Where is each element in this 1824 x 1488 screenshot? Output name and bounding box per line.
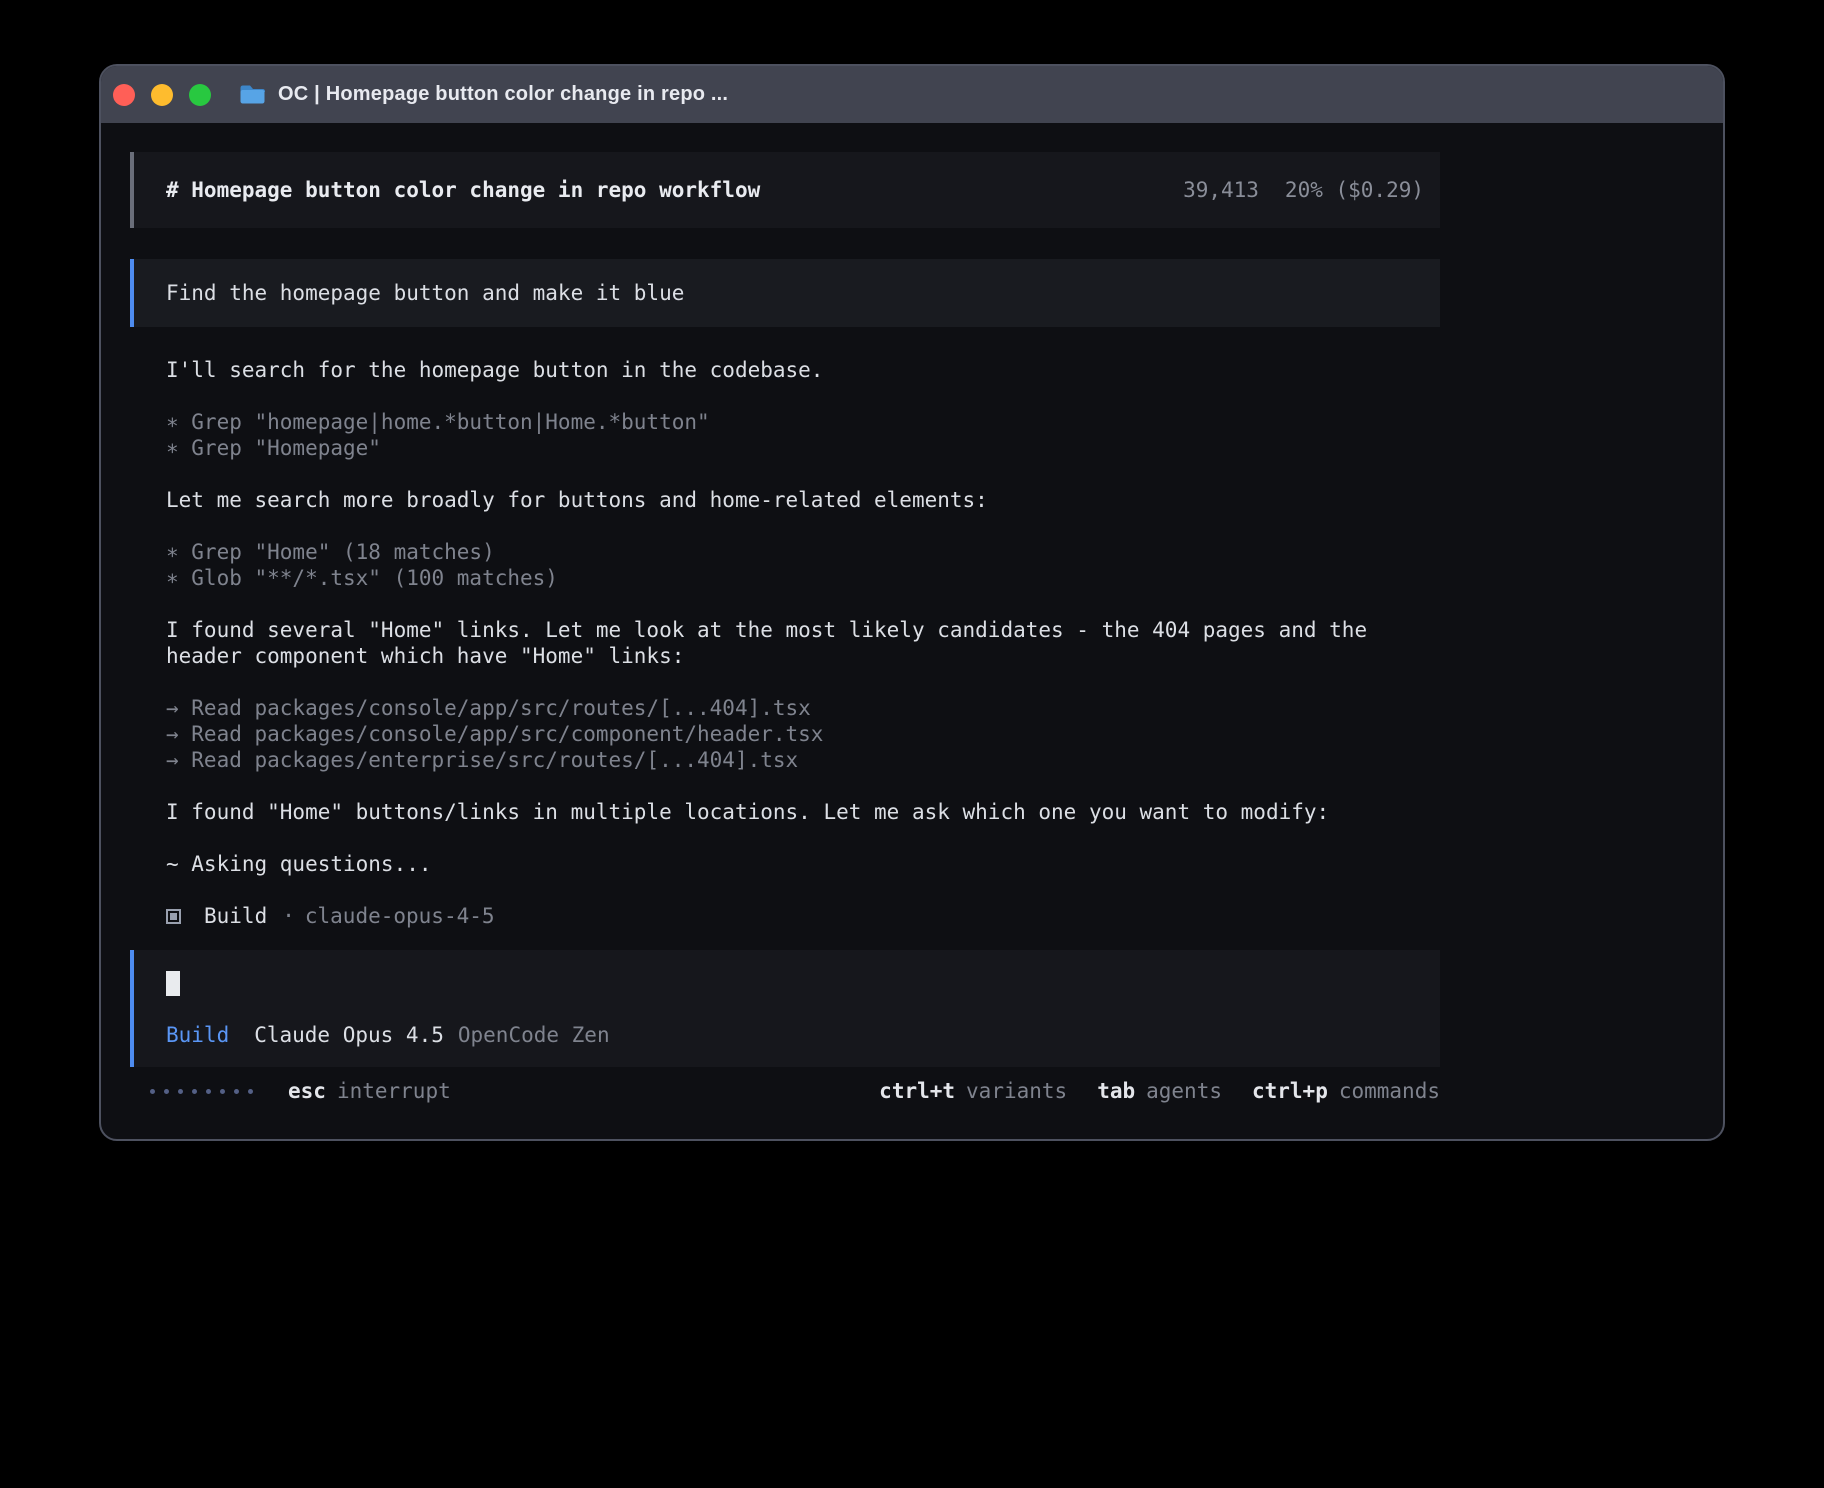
terminal-window: OC | Homepage button color change in rep… bbox=[99, 64, 1725, 1141]
agent-mode-label[interactable]: Build bbox=[166, 1022, 229, 1048]
line-spacer bbox=[166, 513, 1440, 539]
prompt-input[interactable]: Build Claude Opus 4.5 OpenCode Zen bbox=[130, 950, 1440, 1067]
esc-key-hint: esc bbox=[288, 1078, 326, 1104]
input-model-label: Claude Opus 4.5 bbox=[254, 1022, 444, 1048]
shortcut-agents: tab agents bbox=[1097, 1078, 1222, 1104]
tab-key-label: agents bbox=[1146, 1078, 1222, 1104]
line-spacer bbox=[166, 996, 1424, 1022]
line-spacer bbox=[166, 773, 1440, 799]
line-spacer bbox=[166, 877, 1440, 903]
line-spacer bbox=[166, 669, 1440, 695]
assistant-status-text: ~ Asking questions... bbox=[166, 851, 1440, 877]
statusbar: esc interrupt ctrl+t variants tab agents… bbox=[130, 1078, 1440, 1104]
esc-key-label: interrupt bbox=[337, 1078, 451, 1104]
terminal-content: # Homepage button color change in repo w… bbox=[130, 123, 1440, 1104]
line-spacer bbox=[166, 591, 1440, 617]
line-spacer bbox=[166, 461, 1440, 487]
user-message: Find the homepage button and make it blu… bbox=[130, 259, 1440, 327]
tab-key-hint: tab bbox=[1097, 1078, 1135, 1104]
user-message-text: Find the homepage button and make it blu… bbox=[166, 280, 1424, 306]
tool-call: ∗ Grep "homepage|home.*button|Home.*butt… bbox=[166, 409, 1440, 435]
tool-call: ∗ Grep "Home" (18 matches) bbox=[166, 539, 1440, 565]
tool-call: ∗ Glob "**/*.tsx" (100 matches) bbox=[166, 565, 1440, 591]
ctrl-p-key-hint: ctrl+p bbox=[1252, 1078, 1328, 1104]
session-stats: 39,413 20% ($0.29) bbox=[1183, 177, 1424, 203]
separator-dot: · bbox=[282, 903, 295, 929]
traffic-lights bbox=[113, 84, 211, 106]
shortcut-commands: ctrl+p commands bbox=[1252, 1078, 1440, 1104]
assistant-text: I'll search for the homepage button in t… bbox=[166, 357, 1440, 383]
ctrl-t-key-label: variants bbox=[966, 1078, 1067, 1104]
input-provider-label: OpenCode Zen bbox=[458, 1022, 610, 1048]
conversation: I'll search for the homepage button in t… bbox=[166, 357, 1440, 929]
assistant-text: I found several "Home" links. Let me loo… bbox=[166, 617, 1440, 669]
input-status-row: Build Claude Opus 4.5 OpenCode Zen bbox=[166, 1022, 1424, 1048]
agent-square-icon bbox=[166, 909, 181, 924]
line-spacer bbox=[166, 825, 1440, 851]
tool-call: → Read packages/enterprise/src/routes/[.… bbox=[166, 747, 1440, 773]
minimize-button[interactable] bbox=[151, 84, 173, 106]
text-cursor bbox=[166, 971, 180, 996]
tool-call: ∗ Grep "Homepage" bbox=[166, 435, 1440, 461]
window-title: OC | Homepage button color change in rep… bbox=[278, 83, 728, 106]
ctrl-t-key-hint: ctrl+t bbox=[879, 1078, 955, 1104]
line-spacer bbox=[166, 383, 1440, 409]
ctrl-p-key-label: commands bbox=[1339, 1078, 1440, 1104]
tool-call: → Read packages/console/app/src/componen… bbox=[166, 721, 1440, 747]
folder-icon bbox=[239, 84, 266, 105]
token-count: 39,413 bbox=[1183, 177, 1259, 203]
assistant-text: Let me search more broadly for buttons a… bbox=[166, 487, 1440, 513]
tool-call: → Read packages/console/app/src/routes/[… bbox=[166, 695, 1440, 721]
agent-status-line: Build · claude-opus-4-5 bbox=[166, 903, 1440, 929]
assistant-text: I found "Home" buttons/links in multiple… bbox=[166, 799, 1440, 825]
context-cost: 20% ($0.29) bbox=[1285, 177, 1424, 203]
titlebar[interactable]: OC | Homepage button color change in rep… bbox=[101, 66, 1723, 123]
spinner-dots bbox=[150, 1089, 253, 1094]
session-header: # Homepage button color change in repo w… bbox=[130, 152, 1440, 228]
input-line[interactable] bbox=[166, 970, 1424, 996]
model-name: claude-opus-4-5 bbox=[305, 903, 495, 929]
session-title: # Homepage button color change in repo w… bbox=[166, 177, 760, 203]
zoom-button[interactable] bbox=[189, 84, 211, 106]
shortcut-variants: ctrl+t variants bbox=[879, 1078, 1067, 1104]
agent-name: Build bbox=[204, 903, 267, 929]
close-button[interactable] bbox=[113, 84, 135, 106]
